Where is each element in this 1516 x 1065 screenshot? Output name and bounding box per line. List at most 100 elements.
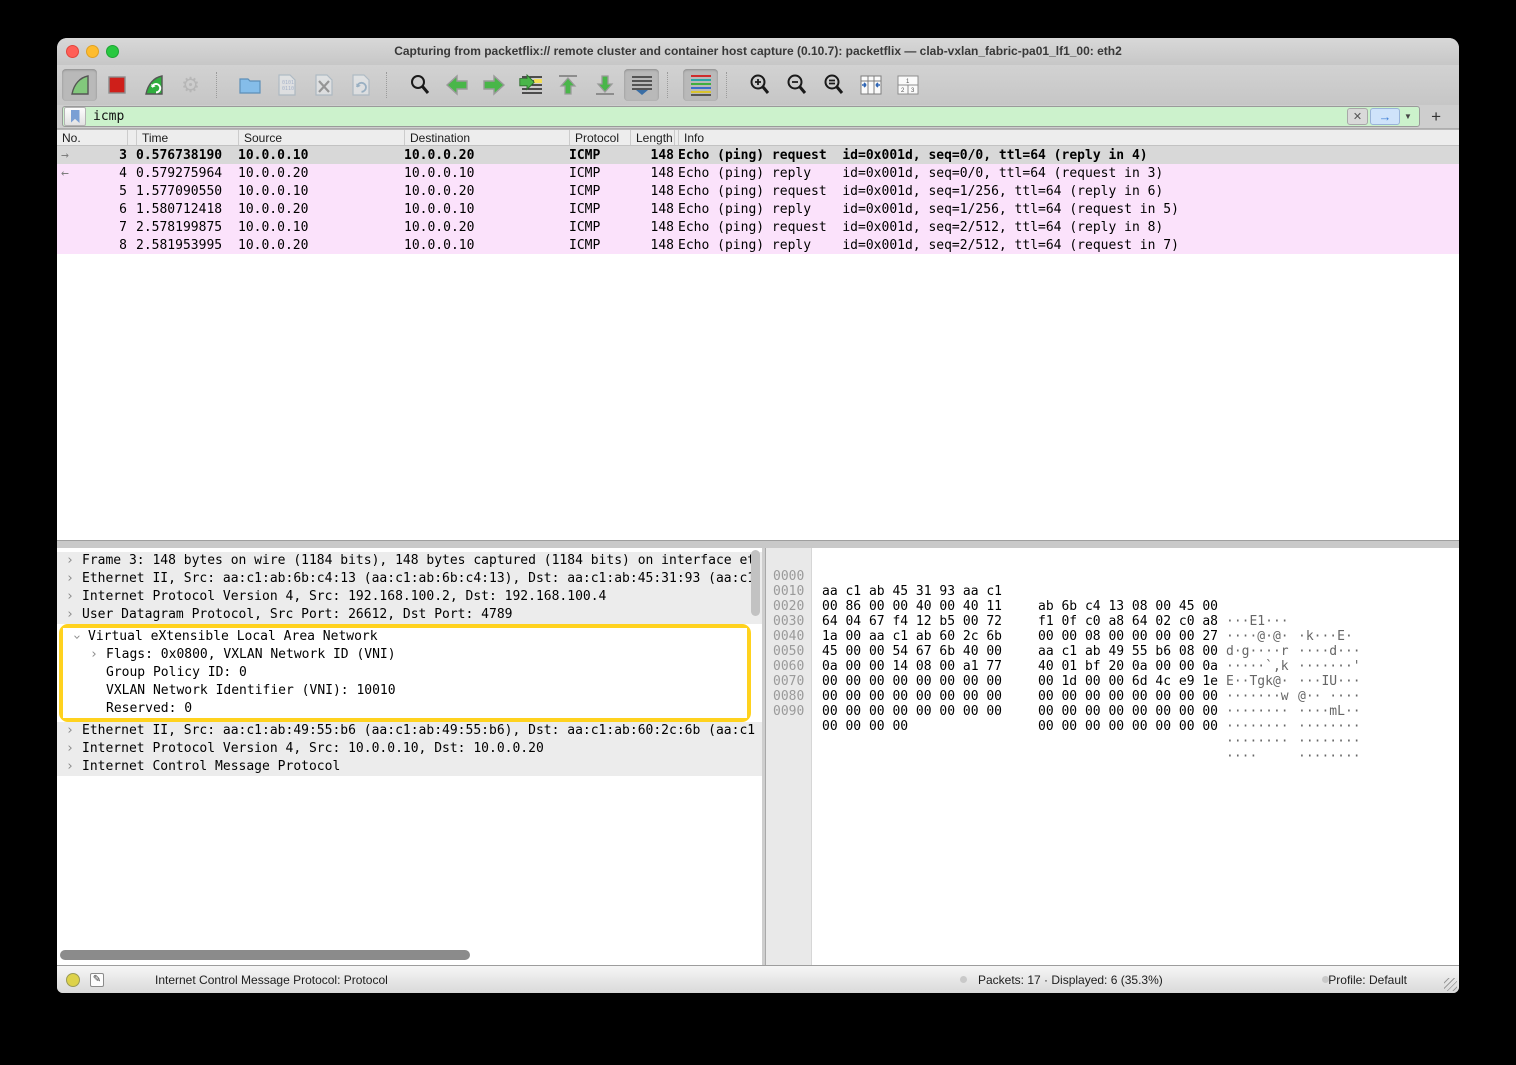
expander-icon[interactable]: › (66, 606, 74, 624)
expander-icon[interactable]: › (66, 758, 74, 776)
expander-open-icon[interactable]: › (67, 633, 85, 641)
packet-row[interactable]: ← 4 0.579275964 10.0.0.20 10.0.0.10 ICMP… (57, 164, 1459, 182)
capture-comment-icon[interactable]: ✎ (90, 973, 104, 987)
detail-row-group-policy[interactable]: Group Policy ID: 0 (63, 664, 747, 682)
detail-text: Frame 3: 148 bytes on wire (1184 bits), … (82, 552, 755, 570)
apply-filter-button[interactable]: → (1370, 108, 1400, 125)
packet-row[interactable]: 6 1.580712418 10.0.0.20 10.0.0.10 ICMP 1… (57, 200, 1459, 218)
arrow-right-icon (481, 74, 507, 96)
auto-scroll-button[interactable] (624, 69, 659, 101)
expander-icon[interactable]: › (66, 588, 74, 606)
detail-row-ipv4-outer[interactable]: › Internet Protocol Version 4, Src: 192.… (57, 588, 762, 606)
column-header-length[interactable]: Length (630, 130, 674, 145)
hex-row[interactable]: 0030 1a 00 aa c1 ab 60 2c 6b aa c1 ab 49… (766, 599, 1459, 614)
cell-length: 148 (630, 166, 674, 181)
zoom-in-icon (748, 73, 772, 97)
expander-icon[interactable]: › (66, 722, 74, 740)
zoom-out-button[interactable] (779, 69, 814, 101)
column-header-destination[interactable]: Destination (404, 130, 569, 145)
start-capture-button[interactable] (62, 69, 97, 101)
profile-label[interactable]: Profile: Default (1328, 973, 1407, 987)
reload-file-button[interactable] (343, 69, 378, 101)
go-back-button[interactable] (439, 69, 474, 101)
cell-destination: 10.0.0.10 (404, 202, 569, 217)
open-file-button[interactable] (232, 69, 267, 101)
detail-row-ipv4-inner[interactable]: › Internet Protocol Version 4, Src: 10.0… (57, 740, 762, 758)
go-first-packet-button[interactable] (550, 69, 585, 101)
hex-row[interactable]: 0090 00 00 00 00 ···· (766, 689, 1459, 704)
hex-row[interactable]: 0060 00 00 00 00 00 00 00 00 00 00 00 00… (766, 644, 1459, 659)
find-packet-button[interactable] (402, 69, 437, 101)
column-header-protocol[interactable]: Protocol (569, 130, 630, 145)
expander-icon[interactable]: › (66, 740, 74, 758)
column-header-no[interactable]: No. (57, 130, 127, 145)
hex-row[interactable]: 0080 00 00 00 00 00 00 00 00 00 00 00 00… (766, 674, 1459, 689)
detail-row-vxlan[interactable]: › Virtual eXtensible Local Area Network (63, 628, 747, 646)
hex-row[interactable]: 0050 0a 00 00 14 08 00 a1 77 00 1d 00 00… (766, 629, 1459, 644)
hex-row[interactable]: 0020 64 04 67 f4 12 b5 00 72 00 00 08 00… (766, 584, 1459, 599)
zoom-in-button[interactable] (742, 69, 777, 101)
detail-row-vni[interactable]: VXLAN Network Identifier (VNI): 10010 (63, 682, 747, 700)
close-file-button[interactable] (306, 69, 341, 101)
filter-dropdown-caret[interactable]: ▼ (1400, 108, 1416, 125)
pane-splitter[interactable] (57, 540, 1459, 548)
related-packet-arrow: → (57, 148, 81, 163)
ascii-bytes: ········ (1226, 734, 1289, 749)
expander-icon[interactable]: › (90, 646, 98, 664)
hex-row[interactable]: 0070 00 00 00 00 00 00 00 00 00 00 00 00… (766, 659, 1459, 674)
svg-text:0110: 0110 (282, 86, 294, 92)
detail-row-udp[interactable]: › User Datagram Protocol, Src Port: 2661… (57, 606, 762, 624)
capture-options-button[interactable]: ⚙ (173, 69, 208, 101)
packet-row[interactable]: 5 1.577090550 10.0.0.10 10.0.0.20 ICMP 1… (57, 182, 1459, 200)
hex-row[interactable]: 0040 45 00 00 54 67 6b 40 00 40 01 bf 20… (766, 614, 1459, 629)
restart-capture-button[interactable] (136, 69, 171, 101)
column-header-time[interactable]: Time (136, 130, 238, 145)
details-horizontal-scrollbar[interactable] (60, 950, 470, 960)
hex-row[interactable]: 0000 aa c1 ab 45 31 93 aa c1 ab 6b c4 13… (766, 554, 1459, 569)
layout-chooser-button[interactable]: 123 (890, 69, 925, 101)
detail-row-ethernet-outer[interactable]: › Ethernet II, Src: aa:c1:ab:6b:c4:13 (a… (57, 570, 762, 588)
column-header-info[interactable]: Info (678, 130, 1459, 145)
cell-destination: 10.0.0.20 (404, 220, 569, 235)
cell-source: 10.0.0.20 (238, 166, 404, 181)
filter-bookmark-button[interactable] (64, 107, 86, 126)
detail-row-icmp[interactable]: › Internet Control Message Protocol (57, 758, 762, 776)
detail-row-frame[interactable]: › Frame 3: 148 bytes on wire (1184 bits)… (57, 552, 762, 570)
detail-row-ethernet-inner[interactable]: › Ethernet II, Src: aa:c1:ab:49:55:b6 (a… (57, 722, 762, 740)
cell-no: 5 (81, 184, 127, 199)
cell-source: 10.0.0.20 (238, 238, 404, 253)
resize-columns-button[interactable] (853, 69, 888, 101)
expert-info-icon[interactable] (66, 973, 80, 987)
cell-time: 1.580712418 (136, 202, 238, 217)
column-header-source[interactable]: Source (238, 130, 404, 145)
cell-time: 2.581953995 (136, 238, 238, 253)
go-last-packet-button[interactable] (587, 69, 622, 101)
detail-row-reserved[interactable]: Reserved: 0 (63, 700, 747, 718)
add-filter-button[interactable]: + (1431, 107, 1441, 127)
packet-row[interactable]: → 3 0.576738190 10.0.0.10 10.0.0.20 ICMP… (57, 146, 1459, 164)
clear-filter-button[interactable]: ✕ (1347, 108, 1368, 125)
cell-protocol: ICMP (569, 184, 630, 199)
detail-row-vxlan-flags[interactable]: › Flags: 0x0800, VXLAN Network ID (VNI) (63, 646, 747, 664)
cell-time: 2.578199875 (136, 220, 238, 235)
packet-row[interactable]: 8 2.581953995 10.0.0.20 10.0.0.10 ICMP 1… (57, 236, 1459, 254)
ascii-bytes: ········ (1226, 704, 1289, 719)
details-vertical-scrollbar[interactable] (751, 550, 760, 616)
filter-input[interactable]: icmp (93, 109, 1347, 124)
go-forward-button[interactable] (476, 69, 511, 101)
cell-time: 0.579275964 (136, 166, 238, 181)
folder-icon (238, 74, 262, 96)
hex-row[interactable]: 0010 00 86 00 00 40 00 40 11 f1 0f c0 a8… (766, 569, 1459, 584)
ascii-bytes: ········ (1226, 719, 1289, 734)
save-file-button[interactable]: 01010110 (269, 69, 304, 101)
go-to-packet-button[interactable] (513, 69, 548, 101)
expander-icon[interactable]: › (66, 552, 74, 570)
cell-no: 4 (81, 166, 127, 181)
expander-icon[interactable]: › (66, 570, 74, 588)
stop-capture-button[interactable] (99, 69, 134, 101)
display-filter-field[interactable]: icmp ✕ → ▼ (62, 106, 1420, 127)
colorize-packets-button[interactable] (683, 69, 718, 101)
window-resize-grip[interactable] (1444, 978, 1457, 991)
zoom-original-button[interactable] (816, 69, 851, 101)
packet-row[interactable]: 7 2.578199875 10.0.0.10 10.0.0.20 ICMP 1… (57, 218, 1459, 236)
